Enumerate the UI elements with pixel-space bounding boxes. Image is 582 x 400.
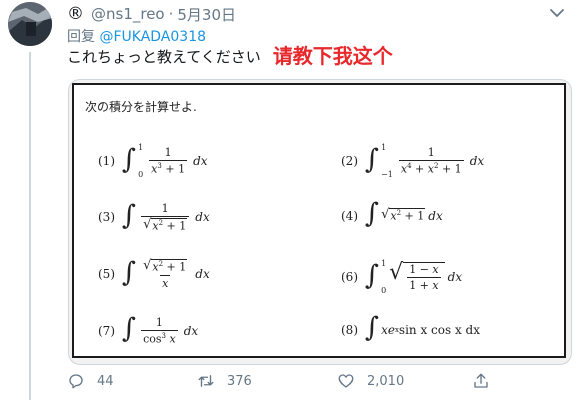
problem-label: (2) xyxy=(341,154,358,168)
like-count: 2,010 xyxy=(367,373,405,389)
chevron-down-icon[interactable] xyxy=(546,2,568,24)
problem-2: (2) ∫ 1 −1 1 x4 + x2 + 1 dx xyxy=(341,143,485,179)
problem-label: (3) xyxy=(98,210,115,225)
share-button[interactable] xyxy=(472,372,502,390)
retweet-icon xyxy=(198,375,214,387)
reply-icon xyxy=(69,374,83,389)
thread-line xyxy=(29,52,31,400)
problem-label: (7) xyxy=(98,323,115,338)
problem-sheet: 次の積分を計算せよ. (1) ∫ 10 1 x3 + 1 dx (2) ∫ 1 −1… xyxy=(72,83,566,358)
like-button[interactable]: 2,010 xyxy=(337,372,404,390)
like-icon xyxy=(338,374,354,388)
problem-1: (1) ∫ 10 1 x3 + 1 dx xyxy=(98,143,208,179)
reply-count: 44 xyxy=(97,373,114,389)
retweet-button[interactable]: 376 xyxy=(197,372,252,390)
avatar[interactable] xyxy=(8,2,52,46)
problem-5: (5) ∫ √ x2 + 1x dx xyxy=(98,256,210,290)
problem-3: (3) ∫ 1 √ x2 + 1 dx xyxy=(98,199,210,233)
problem-6: (6) ∫ 10 √ 1 − x1 + x dx xyxy=(341,259,463,295)
problem-title: 次の積分を計算せよ. xyxy=(85,100,197,114)
tweet-header: ® @ns1_reo · 5月30日 xyxy=(67,3,236,25)
display-name[interactable]: ® xyxy=(67,4,84,24)
tweet-text-line: これちょっと教えてください 请教下我这个 xyxy=(67,43,393,69)
problem-7: (7) ∫ 1 cos3 x dx xyxy=(98,313,199,346)
share-icon xyxy=(474,373,488,388)
user-handle[interactable]: @ns1_reo xyxy=(91,5,165,23)
problem-label: (8) xyxy=(341,322,358,337)
problem-8: (8) ∫ xe x sin x cos x dx xyxy=(341,312,480,343)
problem-4: (4) ∫ √ x2 + 1 dx xyxy=(341,198,443,229)
avatar-column xyxy=(0,0,58,400)
problem-label: (1) xyxy=(98,154,115,168)
action-bar: 44 376 2,010 xyxy=(67,372,537,392)
avatar-image xyxy=(8,2,52,46)
separator: · xyxy=(168,5,174,23)
problem-label: (4) xyxy=(341,208,358,223)
annotation-text: 请教下我这个 xyxy=(272,44,393,68)
tweet-date[interactable]: 5月30日 xyxy=(177,4,236,25)
tweet-text: これちょっと教えてください xyxy=(67,48,261,66)
tweet-media[interactable]: 次の積分を計算せよ. (1) ∫ 10 1 x3 + 1 dx (2) ∫ 1 −1… xyxy=(68,79,572,365)
problem-label: (5) xyxy=(98,267,115,282)
problem-label: (6) xyxy=(341,270,358,284)
reply-button[interactable]: 44 xyxy=(67,372,114,390)
retweet-count: 376 xyxy=(227,373,252,389)
